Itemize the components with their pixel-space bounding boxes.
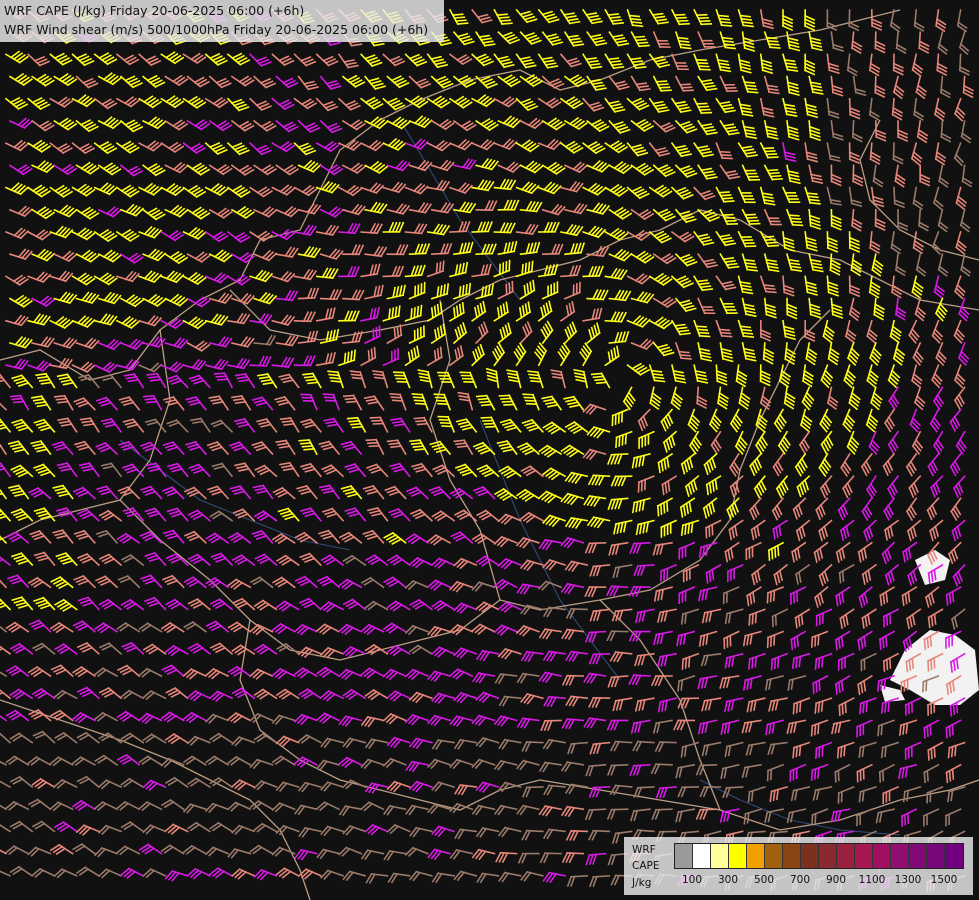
- barb-shaft: [893, 186, 896, 205]
- barb-shaft: [297, 296, 316, 300]
- weather-map: WRF CAPE (J/kg) Friday 20-06-2025 06:00 …: [0, 0, 979, 900]
- barb-shaft: [430, 252, 449, 256]
- barb-shaft: [715, 364, 719, 383]
- barb-shaft: [449, 230, 467, 233]
- barb-shaft: [582, 275, 601, 278]
- map-canvas: [0, 0, 979, 900]
- barb-shaft: [408, 252, 427, 256]
- barb-shaft: [471, 230, 490, 233]
- barb-shaft: [848, 97, 852, 116]
- barb-shaft: [610, 453, 629, 456]
- barb-shaft: [826, 231, 829, 249]
- barb-shaft: [475, 252, 494, 256]
- barb-shaft: [382, 275, 401, 278]
